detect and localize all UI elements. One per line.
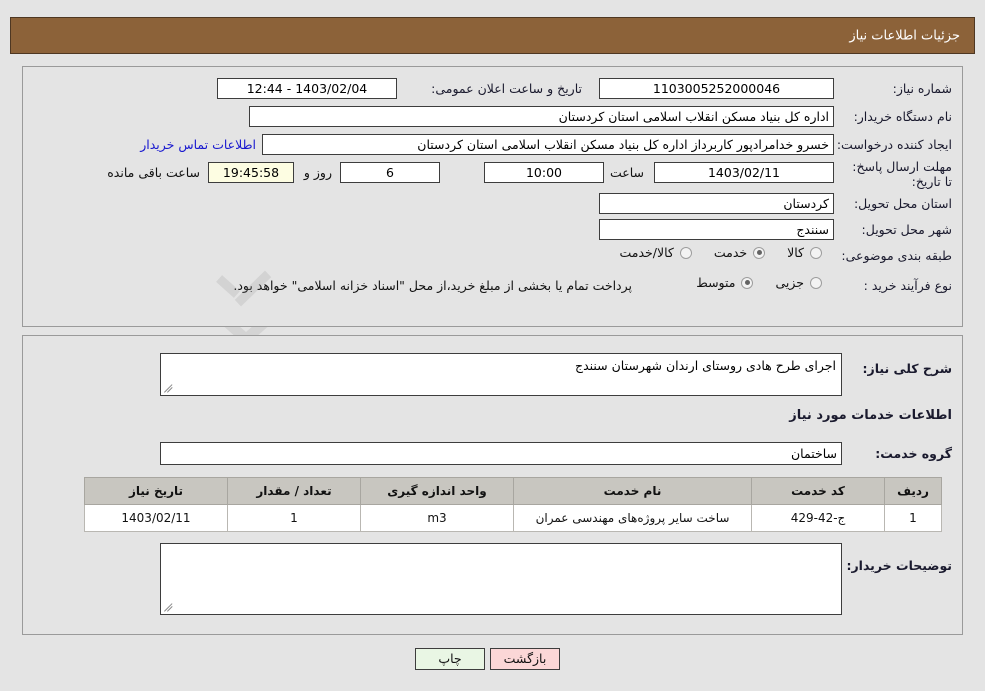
countdown-label: ساعت باقی مانده [107,165,200,180]
table-cell-code: ج-42-429 [751,504,885,532]
requester-label: ایجاد کننده درخواست: [836,137,952,152]
process-option-0[interactable]: جزیی [775,275,822,290]
buyer-contact-link[interactable]: اطلاعات تماس خریدار [140,137,256,152]
category-label: طبقه بندی موضوعی: [841,248,952,263]
table-column-header: کد خدمت [751,477,885,505]
table-header-row: ردیف کد خدمت نام خدمت واحد اندازه گیری تعداد… [84,477,942,505]
table-cell-name: ساخت سایر پروژه‌های مهندسی عمران [513,504,752,532]
payment-note: پرداخت تمام یا بخشی از مبلغ خرید،از محل … [233,278,632,293]
table-column-header: ردیف [884,477,942,505]
table-column-header: تعداد / مقدار [227,477,361,505]
category-option-2[interactable]: کالا/خدمت [619,245,692,260]
category-option-label: کالا [787,245,804,260]
process-label: نوع فرآیند خرید : [863,278,952,293]
radio-button-icon[interactable] [679,246,692,259]
general-desc-value: اجرای طرح هادی روستای ارندان شهرستان سنن… [575,358,836,373]
deadline-time-value: 10:00 [484,162,604,183]
category-option-1[interactable]: خدمت [713,245,766,260]
deadline-date-value: 1403/02/11 [654,162,834,183]
need-number-label: شماره نیاز: [892,81,952,96]
radio-button-icon[interactable] [810,246,822,259]
remaining-days-label: روز و [303,165,332,180]
radio-button-icon[interactable] [753,246,766,259]
province-label: استان محل تحویل: [853,196,952,211]
category-option-0[interactable]: کالا [787,245,822,260]
need-info-panel: شماره نیاز: 1103005252000046 تاریخ و ساع… [22,66,963,327]
buyer-org-value: اداره کل بنیاد مسکن انقلاب اسلامی استان … [249,106,834,127]
city-value: سنندج [599,219,834,240]
province-value: کردستان [599,193,834,214]
services-section-title: اطلاعات خدمات مورد نیاز [789,408,952,423]
category-option-label: خدمت [713,245,748,260]
table-cell-date: 1403/02/11 [84,504,228,532]
process-option-label: جزیی [775,275,804,290]
back-button[interactable]: بازگشت [490,648,560,670]
buyer-notes-textarea[interactable] [160,543,842,615]
print-button[interactable]: چاپ [415,648,485,670]
radio-button-icon[interactable] [810,276,822,289]
table-column-header: نام خدمت [513,477,752,505]
table-cell-row: 1 [884,504,942,532]
need-number-value: 1103005252000046 [599,78,834,99]
table-body: 1 ج-42-429 ساخت سایر پروژه‌های مهندسی عمرا… [84,504,942,532]
public-announce-label: تاریخ و ساعت اعلان عمومی: [431,81,582,96]
deadline-label: مهلت ارسال پاسخ: تا تاریخ: [852,159,952,189]
page-root: AnaTender.net جزئیات اطلاعات نیاز شماره … [0,0,985,691]
process-option-1[interactable]: متوسط [696,275,754,290]
buyer-org-label: نام دستگاه خریدار: [853,109,952,124]
table-column-header: واحد اندازه گیری [360,477,514,505]
requester-value: خسرو خدامرادپور کاربرداز اداره کل بنیاد … [262,134,834,155]
process-option-label: متوسط [696,275,736,290]
general-desc-label: شرح کلی نیاز: [862,361,952,376]
remaining-days-value: 6 [340,162,440,183]
resize-grip-icon[interactable] [163,382,175,394]
resize-grip-icon-2[interactable] [163,601,175,613]
page-title: جزئیات اطلاعات نیاز [849,28,960,43]
category-option-label: کالا/خدمت [619,245,674,260]
service-details-panel: شرح کلی نیاز: اجرای طرح هادی روستای ارند… [22,335,963,635]
service-group-label: گروه خدمت: [875,446,952,461]
page-header: جزئیات اطلاعات نیاز [10,17,975,54]
category-radio-group[interactable]: کالا خدمت کالا/خدمت [597,245,822,260]
table-cell-qty: 1 [227,504,361,532]
table-row[interactable]: 1 ج-42-429 ساخت سایر پروژه‌های مهندسی عمرا… [84,504,942,532]
public-announce-value: 1403/02/04 - 12:44 [217,78,397,99]
table-cell-unit: m3 [360,504,514,532]
general-desc-textarea[interactable]: اجرای طرح هادی روستای ارندان شهرستان سنن… [160,353,842,396]
services-table: ردیف کد خدمت نام خدمت واحد اندازه گیری تعداد… [84,477,942,532]
table-column-header: تاریخ نیاز [84,477,228,505]
radio-button-icon[interactable] [741,276,754,289]
city-label: شهر محل تحویل: [861,222,952,237]
countdown-value: 19:45:58 [208,162,294,183]
deadline-hour-label: ساعت [609,165,644,180]
buyer-notes-label: توضیحات خریدار: [846,558,952,573]
service-group-value: ساختمان [160,442,842,465]
process-radio-group[interactable]: جزیی متوسط [674,275,822,290]
